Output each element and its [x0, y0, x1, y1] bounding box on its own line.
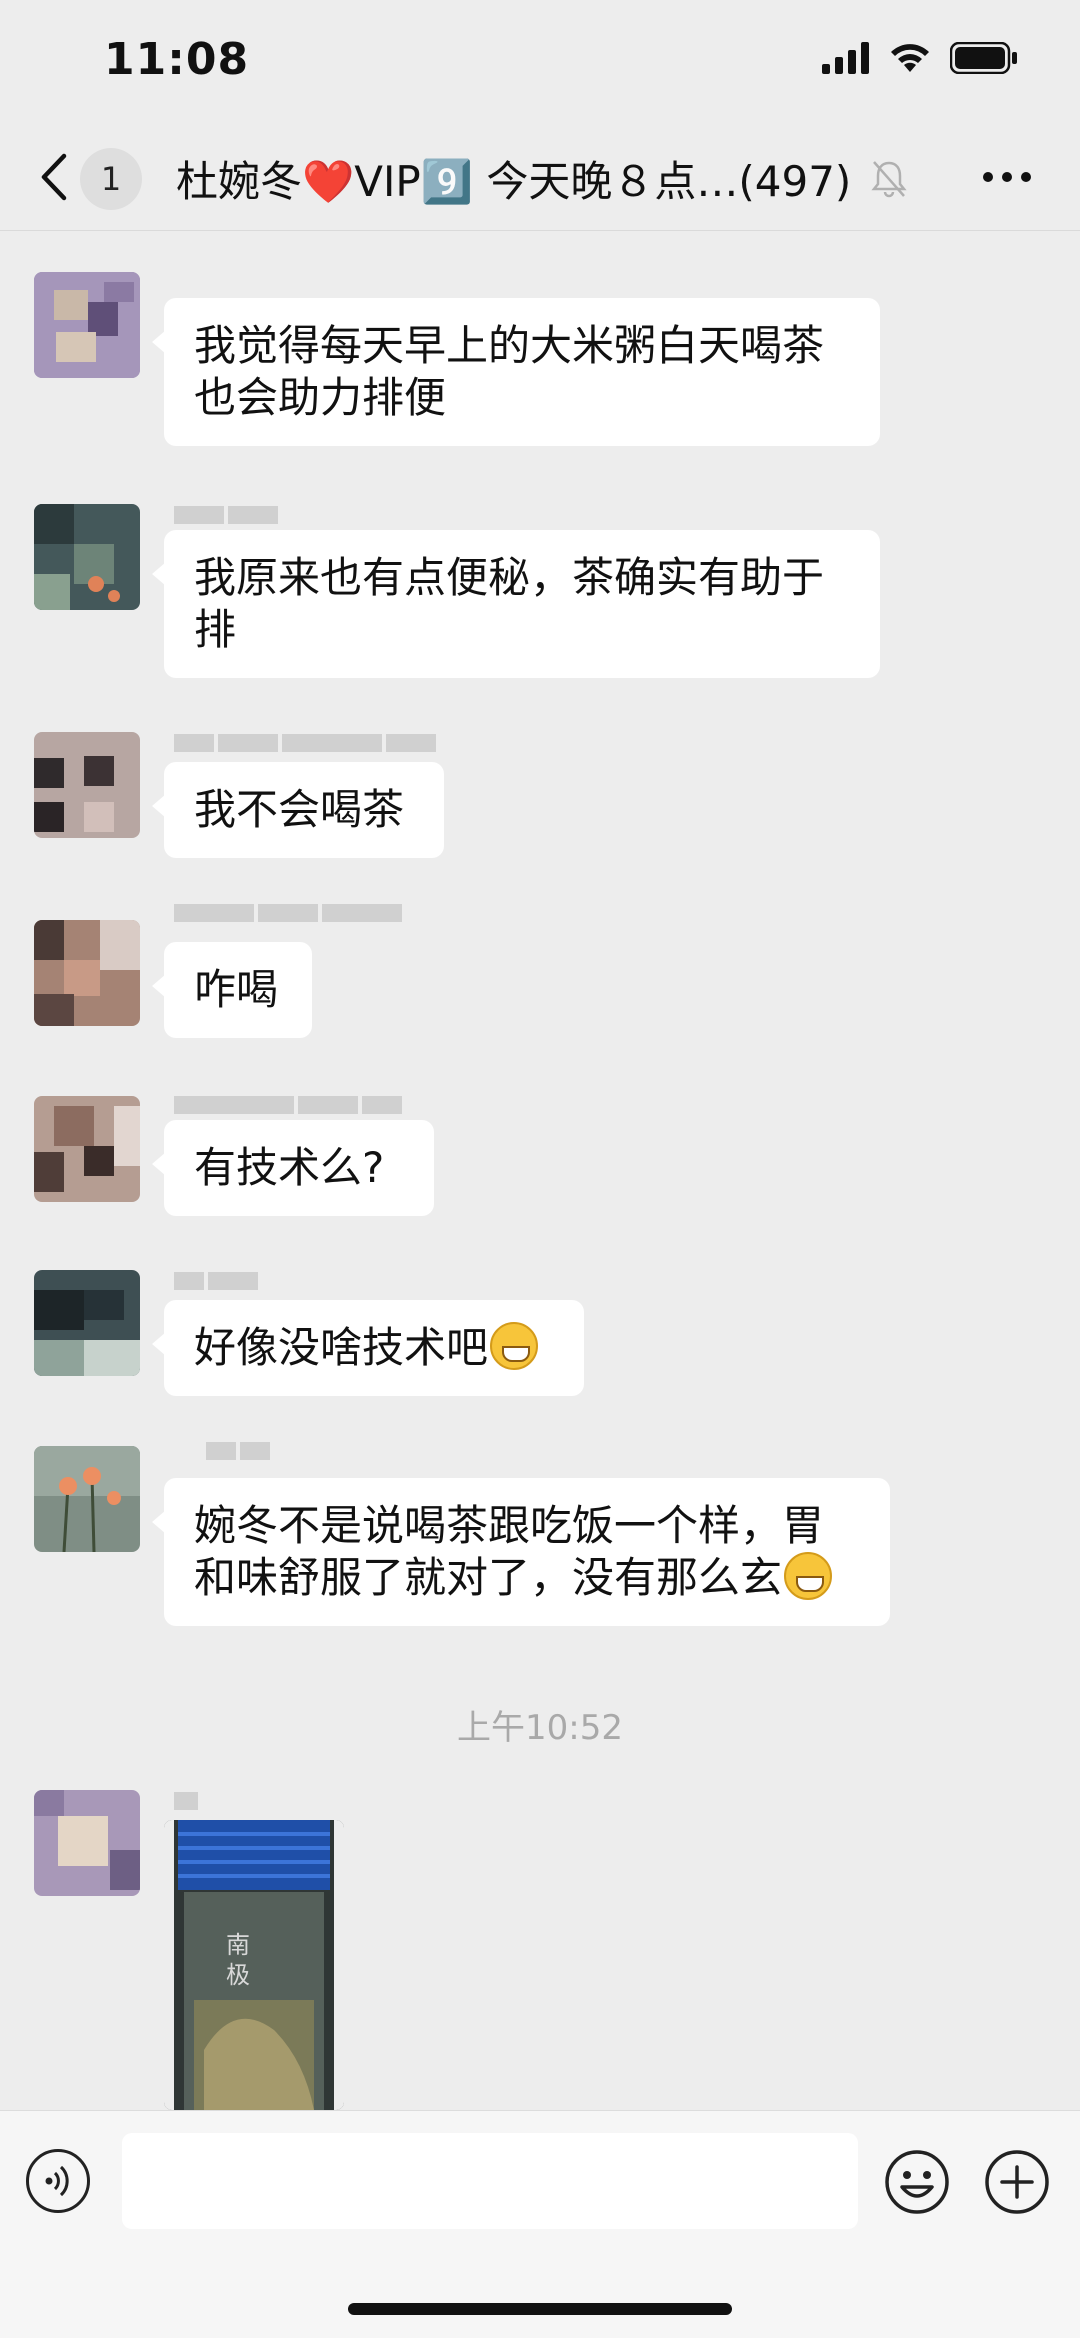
sender-nickname: [174, 734, 436, 758]
home-indicator: [348, 2303, 732, 2315]
avatar[interactable]: [34, 504, 140, 610]
photo-label: 南 极: [226, 1931, 250, 1989]
plus-icon[interactable]: [984, 2149, 1050, 2215]
status-icons: [822, 42, 1018, 74]
message-text: 我不会喝茶: [194, 785, 405, 834]
message-bubble[interactable]: 婉冬不是说喝茶跟吃饭一个样，胃和味舒服了就对了，没有那么玄: [152, 1478, 890, 1626]
avatar[interactable]: [34, 732, 140, 838]
bell-slash-icon: [871, 161, 907, 198]
message-text: 咋喝: [194, 965, 279, 1014]
message-bubble[interactable]: 咋喝: [152, 942, 312, 1038]
status-bar: 11:08: [0, 0, 1080, 120]
signal-icon: [822, 42, 869, 74]
status-time: 11:08: [104, 34, 250, 85]
smiley-icon[interactable]: [884, 2149, 950, 2215]
message-bubble[interactable]: 我原来也有点便秘，茶确实有助于排: [152, 530, 880, 678]
sender-nickname: [174, 1792, 198, 1816]
message-text: 我觉得每天早上的大米粥白天喝茶也会助力排便: [194, 321, 825, 422]
avatar[interactable]: [34, 1790, 140, 1896]
sender-nickname: [206, 1442, 270, 1466]
message-bubble[interactable]: 我觉得每天早上的大米粥白天喝茶也会助力排便: [152, 298, 880, 446]
message-bubble[interactable]: 好像没啥技术吧: [152, 1300, 584, 1396]
voice-icon: [45, 2165, 69, 2197]
avatar[interactable]: [34, 272, 140, 378]
chevron-left-icon[interactable]: [34, 150, 74, 204]
grinning-face-emoji: [784, 1552, 833, 1600]
message-bubble[interactable]: 我不会喝茶: [152, 762, 444, 858]
message-bubble[interactable]: 有技术么?: [152, 1120, 434, 1216]
message-input[interactable]: [122, 2133, 858, 2229]
message-text: 有技术么?: [194, 1143, 385, 1192]
avatar[interactable]: [34, 1446, 140, 1552]
more-icon[interactable]: [982, 170, 1032, 184]
message-text: 婉冬不是说喝茶跟吃饭一个样，胃和味舒服了就对了，没有那么玄: [194, 1501, 825, 1602]
unread-count-badge[interactable]: 1: [80, 148, 142, 210]
battery-icon: [950, 42, 1017, 74]
message-text: 好像没啥技术吧: [194, 1323, 489, 1372]
wifi-icon: [891, 44, 929, 72]
grinning-face-emoji: [490, 1322, 539, 1370]
message-text: 我原来也有点便秘，茶确实有助于排: [194, 553, 825, 654]
sender-nickname: [174, 1096, 402, 1120]
avatar[interactable]: [34, 920, 140, 1026]
voice-button[interactable]: [26, 2149, 90, 2213]
sender-nickname: [174, 904, 402, 928]
sender-nickname: [174, 506, 278, 530]
avatar[interactable]: [34, 1096, 140, 1202]
chat-header: 1 杜婉冬❤️VIP9️⃣ 今天晚８点…(497): [0, 120, 1080, 231]
chat-title[interactable]: 杜婉冬❤️VIP9️⃣ 今天晚８点…(497): [176, 148, 851, 209]
avatar[interactable]: [34, 1270, 140, 1376]
image-message[interactable]: 南 极: [164, 1820, 344, 2110]
sender-nickname: [174, 1272, 258, 1296]
time-divider: 上午10:52: [457, 1708, 623, 1748]
